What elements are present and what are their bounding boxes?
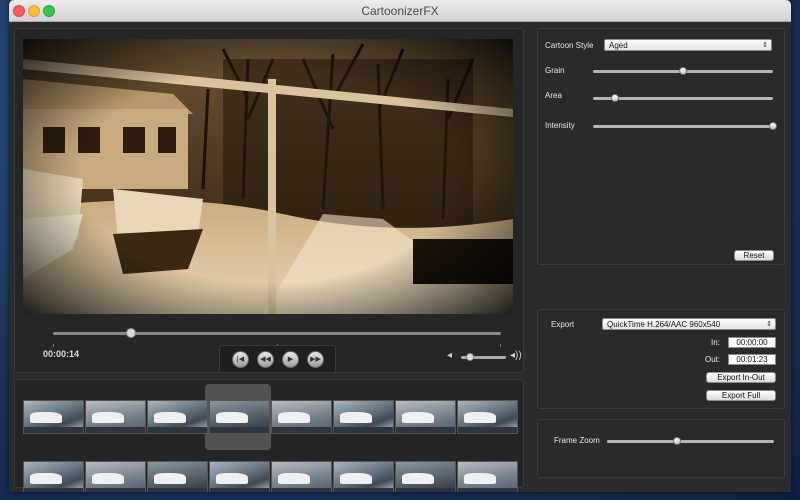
- volume-slider[interactable]: [461, 353, 506, 361]
- rewind-button[interactable]: ◀◀: [257, 351, 274, 368]
- frame-thumbnail[interactable]: [209, 400, 270, 434]
- frame-thumbnail[interactable]: [85, 400, 146, 434]
- in-point-label: In:: [711, 338, 720, 347]
- out-point-label: Out:: [705, 355, 721, 364]
- select-arrows-icon: ⇕: [766, 321, 772, 328]
- volume-slider-handle[interactable]: [466, 353, 474, 361]
- filmstrip-panel: [14, 379, 524, 492]
- frame-zoom-panel: Frame Zoom: [537, 419, 785, 478]
- filmstrip-row: [23, 461, 518, 492]
- scrubber-handle[interactable]: [126, 328, 137, 338]
- transport-controls: |◀ ◀◀ ▶ ▶▶: [219, 345, 336, 373]
- video-panel: 00:00:14 |◀ ◀◀ ▶ ▶▶ ◂ ◂)): [14, 28, 524, 373]
- export-panel: Export QuickTime H.264/AAC 960x540 ⇕ In:…: [537, 309, 785, 409]
- export-full-button[interactable]: Export Full: [706, 390, 776, 401]
- area-label: Area: [545, 91, 562, 100]
- play-icon: ▶: [287, 356, 294, 363]
- volume-low-icon: ◂: [447, 350, 453, 361]
- grain-slider-handle[interactable]: [679, 67, 687, 75]
- frame-thumbnail[interactable]: [333, 400, 394, 434]
- frame-thumbnail[interactable]: [457, 461, 518, 492]
- cartoon-style-label: Cartoon Style: [545, 41, 594, 50]
- filmstrip-row: [23, 400, 518, 434]
- area-slider[interactable]: [593, 94, 773, 102]
- effect-settings-panel: Cartoon Style Aged ⇕ Grain Area Intensit…: [537, 28, 785, 265]
- cartoon-style-select[interactable]: Aged ⇕: [604, 39, 772, 51]
- frame-zoom-slider[interactable]: [607, 437, 774, 445]
- frame-thumbnail[interactable]: [395, 400, 456, 434]
- reset-button[interactable]: Reset: [734, 250, 774, 261]
- frame-thumbnail[interactable]: [271, 461, 332, 492]
- skip-to-start-icon: |◀: [236, 356, 245, 363]
- select-arrows-icon: ⇕: [762, 42, 768, 49]
- intensity-label: Intensity: [545, 121, 575, 130]
- export-label: Export: [551, 320, 575, 329]
- rewind-icon: ◀◀: [260, 356, 271, 363]
- frame-thumbnail[interactable]: [333, 461, 394, 492]
- video-preview: [23, 39, 513, 314]
- export-format-select[interactable]: QuickTime H.264/AAC 960x540 ⇕: [602, 318, 776, 330]
- export-format-value: QuickTime H.264/AAC 960x540: [607, 320, 721, 329]
- grain-slider[interactable]: [593, 67, 773, 75]
- app-window: CartoonizerFX 00:00:14 |◀ ◀◀ ▶ ▶▶ ◂ ◂)) …: [9, 0, 791, 492]
- timeline-tick: [500, 344, 501, 347]
- window-title: CartoonizerFX: [361, 4, 439, 18]
- frame-zoom-label: Frame Zoom: [554, 436, 600, 445]
- cartoon-style-value: Aged: [609, 41, 628, 50]
- frame-thumbnail[interactable]: [209, 461, 270, 492]
- timeline-scrubber[interactable]: [53, 328, 501, 338]
- intensity-slider-handle[interactable]: [769, 122, 777, 130]
- fast-forward-icon: ▶▶: [310, 356, 321, 363]
- intensity-slider[interactable]: [593, 122, 777, 130]
- frame-zoom-slider-handle[interactable]: [673, 437, 682, 445]
- grain-label: Grain: [545, 66, 565, 75]
- frame-thumbnail[interactable]: [457, 400, 518, 434]
- title-bar: CartoonizerFX: [9, 0, 791, 22]
- timeline-tick: [53, 344, 54, 347]
- out-point-field[interactable]: 00:01:23: [728, 354, 776, 365]
- frame-thumbnail[interactable]: [85, 461, 146, 492]
- area-slider-handle[interactable]: [610, 94, 619, 102]
- frame-thumbnail[interactable]: [23, 461, 84, 492]
- fast-forward-button[interactable]: ▶▶: [307, 351, 324, 368]
- frame-thumbnail[interactable]: [395, 461, 456, 492]
- frame-thumbnail[interactable]: [23, 400, 84, 434]
- volume-high-icon: ◂)): [510, 350, 522, 361]
- in-point-field[interactable]: 00:00:00: [728, 337, 776, 348]
- export-in-out-button[interactable]: Export In-Out: [706, 372, 776, 383]
- video-frame-image: [23, 39, 513, 314]
- skip-to-start-button[interactable]: |◀: [232, 351, 249, 368]
- frame-thumbnail[interactable]: [147, 461, 208, 492]
- frame-thumbnail[interactable]: [147, 400, 208, 434]
- frame-thumbnail[interactable]: [271, 400, 332, 434]
- play-button[interactable]: ▶: [282, 351, 299, 368]
- current-timecode: 00:00:14: [43, 349, 80, 359]
